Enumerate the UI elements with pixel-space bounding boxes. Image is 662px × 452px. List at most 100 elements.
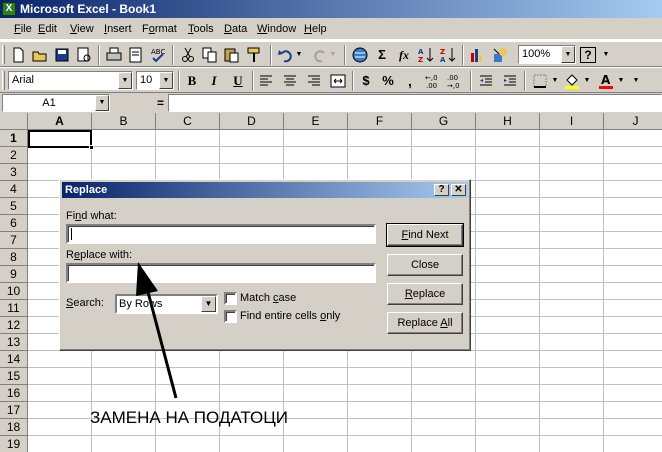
active-cell[interactable] (28, 130, 92, 148)
row-header[interactable]: 8 (0, 249, 28, 266)
name-box[interactable]: A1 ▼ (2, 94, 110, 112)
font-color-icon[interactable]: A (596, 71, 616, 91)
percent-button[interactable]: % (378, 71, 398, 91)
row-header[interactable]: 16 (0, 385, 28, 402)
redo-dropdown-icon[interactable]: ▼ (328, 45, 338, 65)
merge-center-icon[interactable] (328, 71, 348, 91)
replace-button[interactable]: Replace (387, 283, 463, 305)
print-preview-page-icon[interactable] (126, 45, 146, 65)
row-header[interactable]: 19 (0, 436, 28, 452)
replace-with-input[interactable] (66, 263, 376, 283)
chevron-down-icon[interactable]: ▼ (95, 95, 109, 111)
align-center-icon[interactable] (280, 71, 300, 91)
row-header[interactable]: 11 (0, 300, 28, 317)
chevron-down-icon[interactable]: ▼ (201, 296, 216, 312)
fill-color-icon[interactable] (562, 71, 582, 91)
font-size-combo[interactable]: 10 ▼ (136, 71, 174, 90)
cut-icon[interactable] (178, 45, 198, 65)
entire-cells-label[interactable]: Find entire cells only (240, 310, 340, 322)
search-order-select[interactable]: By Rows ▼ (115, 294, 218, 314)
column-header[interactable]: B (92, 113, 156, 130)
menu-data[interactable]: Data (224, 23, 247, 35)
chevron-down-icon[interactable]: ▼ (118, 72, 132, 89)
row-header[interactable]: 17 (0, 402, 28, 419)
align-left-icon[interactable] (256, 71, 276, 91)
copy-icon[interactable] (200, 45, 220, 65)
redo-icon[interactable] (310, 45, 330, 65)
font-name-combo[interactable]: Arial ▼ (8, 71, 133, 90)
sort-descending-icon[interactable]: ZA (438, 45, 458, 65)
toolbar-options-chevron-icon[interactable]: ▼ (600, 45, 612, 65)
column-header[interactable]: D (220, 113, 284, 130)
currency-button[interactable]: $ (356, 71, 376, 91)
row-header[interactable]: 12 (0, 317, 28, 334)
close-button[interactable]: Close (387, 254, 463, 276)
print-preview-icon[interactable] (74, 45, 94, 65)
chart-wizard-icon[interactable] (468, 45, 488, 65)
bold-button[interactable]: B (182, 71, 202, 91)
menu-view[interactable]: View (70, 23, 94, 35)
menu-help[interactable]: Help (304, 23, 327, 35)
underline-button[interactable]: U (228, 71, 248, 91)
entire-cells-checkbox[interactable] (224, 310, 237, 323)
spelling-icon[interactable]: ABC (148, 45, 168, 65)
borders-icon[interactable] (530, 71, 550, 91)
column-header[interactable]: H (476, 113, 540, 130)
row-header[interactable]: 18 (0, 419, 28, 436)
row-header[interactable]: 5 (0, 198, 28, 215)
menu-edit[interactable]: Edit (38, 23, 57, 35)
row-header[interactable]: 14 (0, 351, 28, 368)
chevron-down-icon[interactable]: ▼ (561, 46, 575, 63)
excel-app-icon[interactable]: X (2, 2, 16, 16)
save-icon[interactable] (52, 45, 72, 65)
menu-format[interactable]: Format (142, 23, 177, 35)
paste-icon[interactable] (222, 45, 242, 65)
row-header[interactable]: 15 (0, 368, 28, 385)
fill-handle[interactable] (89, 145, 94, 150)
decrease-decimal-icon[interactable]: .00 →,0 (446, 71, 466, 91)
find-next-button[interactable]: Find Next (386, 223, 464, 247)
menu-window[interactable]: Window (257, 23, 296, 35)
match-case-label[interactable]: Match case (240, 292, 296, 304)
undo-dropdown-icon[interactable]: ▼ (294, 45, 304, 65)
undo-icon[interactable] (276, 45, 296, 65)
find-what-input[interactable] (66, 224, 376, 244)
menu-tools[interactable]: Tools (188, 23, 214, 35)
column-header[interactable]: I (540, 113, 604, 130)
fill-color-dropdown-icon[interactable]: ▼ (582, 71, 592, 91)
office-assistant-icon[interactable]: ? (580, 47, 596, 63)
comma-button[interactable]: , (400, 71, 420, 91)
menu-file[interactable]: File (14, 23, 32, 35)
match-case-checkbox[interactable] (224, 292, 237, 305)
align-right-icon[interactable] (304, 71, 324, 91)
column-header[interactable]: J (604, 113, 662, 130)
column-header[interactable]: F (348, 113, 412, 130)
formula-input[interactable] (168, 94, 662, 112)
select-all-corner[interactable] (0, 113, 28, 130)
row-header[interactable]: 6 (0, 215, 28, 232)
column-header[interactable]: E (284, 113, 348, 130)
borders-dropdown-icon[interactable]: ▼ (550, 71, 560, 91)
toolbar-grip[interactable] (2, 45, 5, 64)
row-header[interactable]: 3 (0, 164, 28, 181)
decrease-indent-icon[interactable] (476, 71, 496, 91)
italic-button[interactable]: I (204, 71, 224, 91)
row-header[interactable]: 7 (0, 232, 28, 249)
dialog-title-bar[interactable]: Replace ? ✕ (62, 182, 468, 198)
chevron-down-icon[interactable]: ▼ (159, 72, 173, 89)
column-header[interactable]: G (412, 113, 476, 130)
sort-ascending-icon[interactable]: AZ (416, 45, 436, 65)
paste-function-icon[interactable]: fx (394, 45, 414, 65)
row-header[interactable]: 2 (0, 147, 28, 164)
format-painter-icon[interactable] (244, 45, 264, 65)
close-icon[interactable]: ✕ (451, 184, 466, 196)
row-header[interactable]: 10 (0, 283, 28, 300)
increase-decimal-icon[interactable]: ←,0.00 (424, 71, 444, 91)
toolbar-grip[interactable] (2, 71, 5, 90)
row-header[interactable]: 13 (0, 334, 28, 351)
open-icon[interactable] (30, 45, 50, 65)
replace-all-button[interactable]: Replace All (387, 312, 463, 334)
web-toolbar-icon[interactable] (350, 45, 370, 65)
print-icon[interactable] (104, 45, 124, 65)
row-header[interactable]: 9 (0, 266, 28, 283)
